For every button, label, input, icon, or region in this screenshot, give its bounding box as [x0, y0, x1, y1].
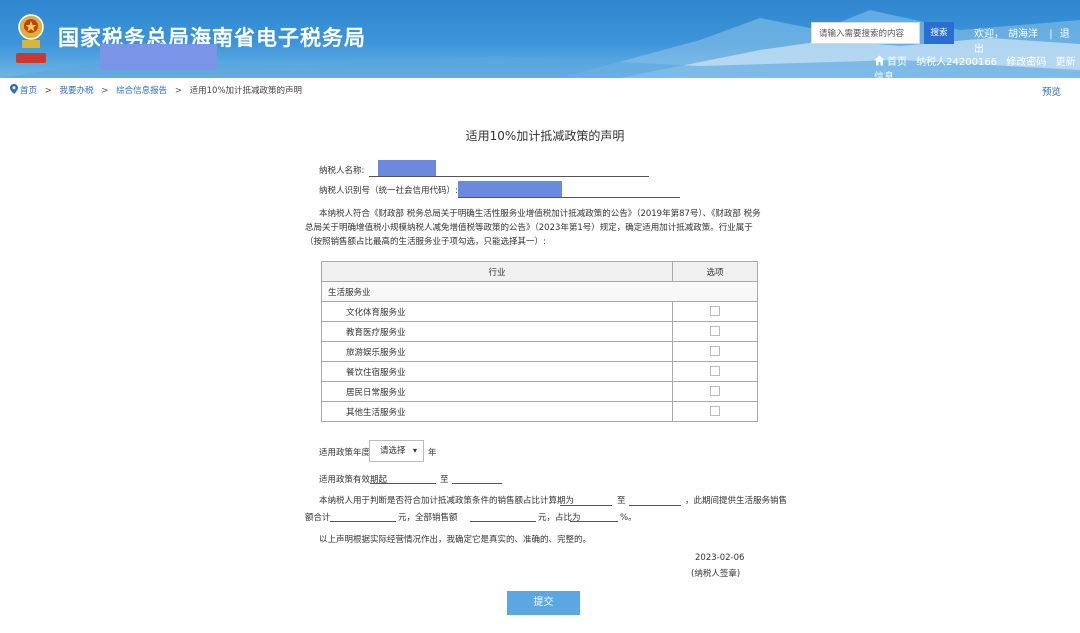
- amount-total-label: 额合计: [305, 513, 331, 523]
- industry-checkbox[interactable]: [710, 366, 720, 377]
- effective-to-label: 至: [440, 475, 449, 485]
- effective-from-input[interactable]: [370, 483, 436, 484]
- location-pin-icon: [10, 84, 18, 94]
- declaration-text: 以上声明根据实际经营情况作出，我确定它是真实的、准确的、完整的。: [319, 535, 592, 545]
- taxpayer-name-field: [369, 176, 649, 177]
- user-name[interactable]: 胡海洋: [1008, 29, 1038, 40]
- taxpayer-id-link[interactable]: 纳税人24200166: [916, 57, 997, 68]
- redacted-taxpayer-name: [378, 160, 436, 176]
- industry-checkbox[interactable]: [710, 326, 720, 337]
- search-button[interactable]: 搜索: [924, 22, 954, 44]
- redacted-taxpayer-id: [458, 181, 562, 197]
- declaration-date: 2023-02-06: [695, 553, 745, 563]
- taxpayer-name-label: 纳税人名称:: [319, 166, 365, 176]
- search-input[interactable]: 请输入需要搜索的内容: [811, 22, 920, 44]
- industry-name: 餐饮住宿服务业: [321, 361, 673, 382]
- tax-emblem-icon: [18, 14, 44, 48]
- service-amount-input[interactable]: [330, 521, 396, 522]
- breadcrumb-sep: >: [44, 86, 52, 96]
- policy-year-select[interactable]: 请选择 ▾: [369, 440, 424, 462]
- divider: |: [1049, 29, 1053, 40]
- welcome-text: 欢迎，: [974, 29, 1004, 40]
- change-password-link[interactable]: 修改密码: [1006, 57, 1046, 68]
- industry-table: 行业 选项 生活服务业 文化体育服务业 教育医疗服务业 旅游娱乐服务业 餐饮住宿…: [321, 261, 758, 422]
- table-row: 餐饮住宿服务业: [321, 361, 758, 382]
- table-row: 教育医疗服务业: [321, 321, 758, 342]
- industry-checkbox[interactable]: [710, 306, 720, 317]
- industry-name: 其他生活服务业: [321, 401, 673, 422]
- policy-year-label: 适用政策年度: [319, 448, 371, 458]
- breadcrumb-sep: >: [174, 86, 182, 96]
- breadcrumb-sep: >: [101, 86, 109, 96]
- category-row: 生活服务业: [321, 281, 758, 302]
- breadcrumb-tax[interactable]: 我要办税: [60, 86, 94, 96]
- breadcrumb-current: 适用10%加计抵减政策的声明: [189, 86, 303, 96]
- calc-end-input[interactable]: [629, 505, 681, 506]
- signature-label: (纳税人签章): [691, 569, 741, 579]
- taxpayer-id-label: 纳税人识别号（统一社会信用代码）:: [319, 186, 458, 196]
- industry-name: 居民日常服务业: [321, 381, 673, 402]
- effective-to-input[interactable]: [452, 483, 502, 484]
- header-nav: 首页 纳税人24200166 修改密码 更新信息: [874, 53, 1080, 78]
- home-link[interactable]: 首页: [887, 57, 907, 68]
- breadcrumb-report[interactable]: 综合信息报告: [116, 86, 167, 96]
- industry-checkbox[interactable]: [710, 406, 720, 417]
- table-row: 其他生活服务业: [321, 401, 758, 422]
- industry-name: 旅游娱乐服务业: [321, 341, 673, 362]
- taxpayer-id-field: [458, 197, 680, 198]
- industry-name: 教育医疗服务业: [321, 321, 673, 342]
- industry-name: 文化体育服务业: [321, 301, 673, 322]
- table-row: 居民日常服务业: [321, 381, 758, 402]
- home-icon: [874, 55, 885, 66]
- ratio-input[interactable]: [570, 521, 618, 522]
- statement-paragraph: 本纳税人符合《财政部 税务总局关于明确生活性服务业增值税加计抵减政策的公告》（2…: [305, 209, 761, 247]
- header-banner: 国家税务总局海南省电子税务局 请输入需要搜索的内容 搜索 欢迎， 胡海洋 | 退出…: [0, 0, 1080, 78]
- policy-year-value: 请选择: [380, 446, 406, 456]
- calc-to: 至: [617, 496, 626, 506]
- form-title: 适用10%加计抵减政策的声明: [465, 129, 625, 143]
- industry-checkbox[interactable]: [710, 386, 720, 397]
- table-row: 旅游娱乐服务业: [321, 341, 758, 362]
- redacted-region: [100, 44, 217, 70]
- total-sales-input[interactable]: [470, 521, 536, 522]
- calc-text-1: 本纳税人用于判断是否符合加计抵减政策条件的销售额占比计算期为: [319, 496, 575, 506]
- col-industry-header: 行业: [321, 261, 673, 282]
- breadcrumb-home[interactable]: 首页: [20, 86, 37, 96]
- calc-text-2: ，此期间提供生活服务销售: [685, 496, 788, 506]
- table-row: 文化体育服务业: [321, 301, 758, 322]
- preview-link[interactable]: 预览: [1042, 84, 1061, 98]
- yuan-total-label: 元，全部销售额: [398, 513, 458, 523]
- chevron-down-icon: ▾: [412, 446, 417, 455]
- percent-label: %。: [620, 513, 637, 523]
- industry-checkbox[interactable]: [710, 346, 720, 357]
- logo-ribbon: [16, 53, 46, 63]
- user-links: 欢迎， 胡海洋 | 退出: [974, 25, 1080, 55]
- calc-start-input[interactable]: [560, 505, 612, 506]
- col-option-header: 选项: [672, 261, 758, 282]
- submit-button[interactable]: 提交: [507, 591, 580, 615]
- breadcrumb: 首页 > 我要办税 > 综合信息报告 > 适用10%加计抵减政策的声明: [10, 84, 302, 96]
- year-unit: 年: [428, 448, 437, 458]
